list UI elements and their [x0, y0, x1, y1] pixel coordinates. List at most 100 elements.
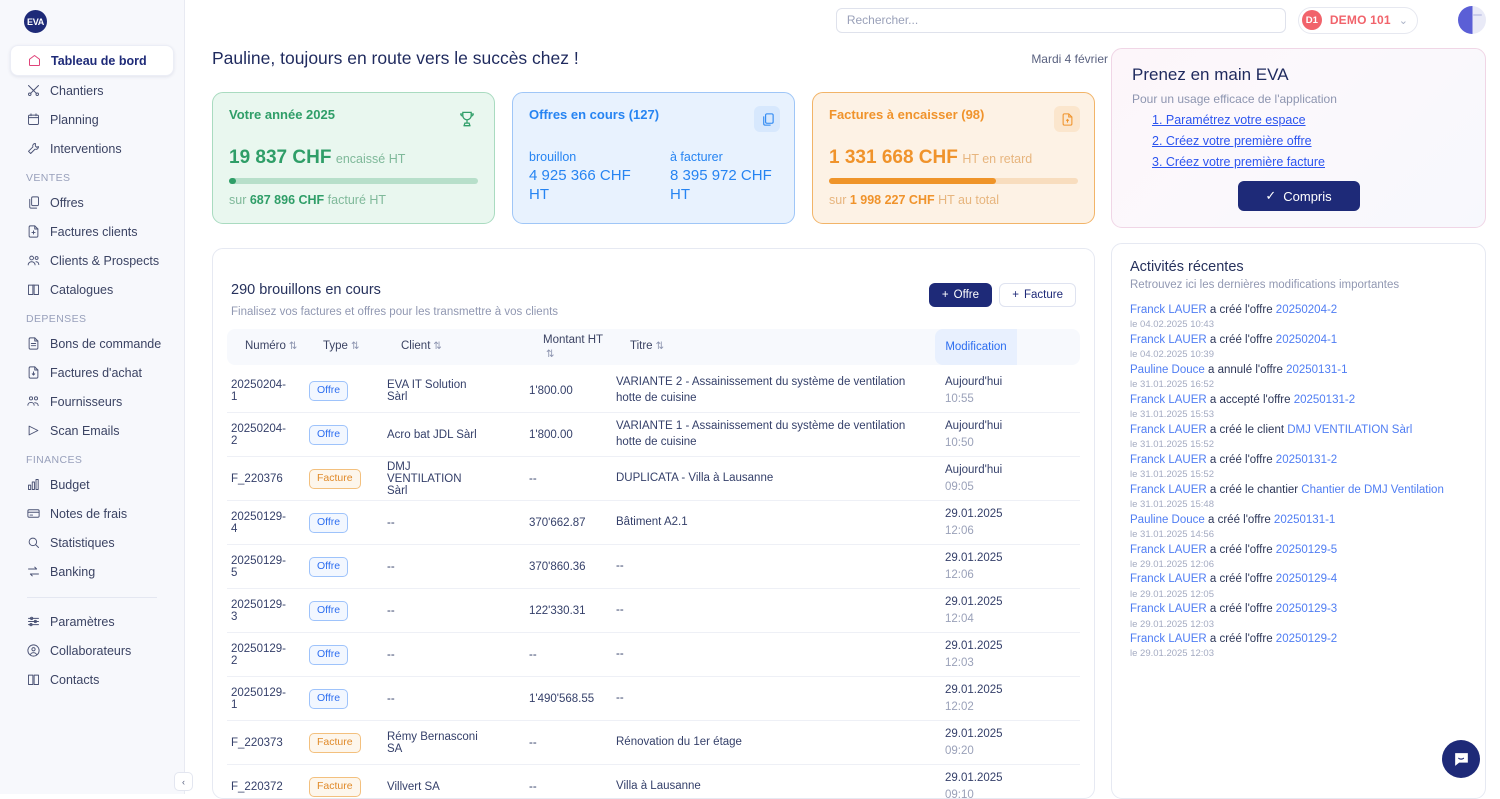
activity-object[interactable]: 20250131-1 [1274, 514, 1335, 526]
sidebar-item-notes-de-frais[interactable]: Notes de frais [10, 499, 174, 528]
add-facture-button[interactable]: + Facture [999, 283, 1076, 307]
column-header-numero[interactable]: Numéro⇅ [245, 340, 297, 352]
onboarding-link-2[interactable]: 2. Créez votre première offre [1152, 134, 1465, 148]
activity-object[interactable]: Chantier de DMJ Ventilation [1301, 484, 1444, 496]
activity-object[interactable]: 20250131-1 [1286, 364, 1347, 376]
kpi-invoices-amount-suffix: HT en retard [962, 152, 1032, 166]
table-row[interactable]: 20250129-4Offre--370'662.87Bâtiment A2.1… [227, 501, 1080, 545]
table-row[interactable]: 20250129-1Offre--1'490'568.55--29.01.202… [227, 677, 1080, 721]
kpi-year-title: Votre année 2025 [229, 107, 478, 122]
activity-object[interactable]: 20250129-2 [1276, 633, 1337, 645]
file-up-icon[interactable] [1054, 106, 1080, 132]
sidebar-item-catalogues[interactable]: Catalogues [10, 275, 174, 304]
activity-user[interactable]: Franck LAUER [1130, 603, 1207, 615]
sidebar-item-contacts[interactable]: Contacts [10, 665, 174, 694]
sidebar-item-planning[interactable]: Planning [10, 105, 174, 134]
activity-object[interactable]: 20250204-1 [1276, 334, 1337, 346]
cell-numero: F_220373 [231, 737, 291, 749]
activity-user[interactable]: Franck LAUER [1130, 424, 1207, 436]
avatar[interactable] [1458, 6, 1486, 34]
activity-object[interactable]: 20250129-3 [1276, 603, 1337, 615]
sidebar-item-statistiques[interactable]: Statistiques [10, 528, 174, 557]
table-row[interactable]: 20250204-1OffreEVA IT Solution Sàrl1'800… [227, 369, 1080, 413]
kpi-card-invoices[interactable]: Factures à encaisser (98) 1 331 668 CHF … [812, 92, 1095, 224]
sidebar-item-param-tres[interactable]: Paramètres [10, 607, 174, 636]
table-row[interactable]: 20250204-2OffreAcro bat JDL Sàrl1'800.00… [227, 413, 1080, 457]
dismiss-onboarding-button[interactable]: ✓ Compris [1238, 181, 1360, 211]
sidebar-item-label: Banking [50, 565, 95, 579]
app-logo[interactable]: EVA [0, 0, 184, 45]
sidebar-item-budget[interactable]: Budget [10, 470, 174, 499]
activity-object[interactable]: 20250129-5 [1276, 544, 1337, 556]
column-header-montant[interactable]: Montant HT⇅ [543, 333, 613, 362]
column-header-type[interactable]: Type⇅ [323, 340, 359, 352]
activity-user[interactable]: Pauline Douce [1130, 514, 1205, 526]
search-input[interactable] [836, 8, 1286, 33]
shield-icon[interactable] [1430, 10, 1446, 31]
activity-user[interactable]: Franck LAUER [1130, 573, 1207, 585]
kpi-card-offers[interactable]: Offres en cours (127) brouillon 4 925 36… [512, 92, 795, 224]
activity-object[interactable]: DMJ VENTILATION Sàrl [1287, 424, 1412, 436]
kpi-invoices-amount-row: 1 331 668 CHF HT en retard [829, 147, 1078, 169]
cell-titre: -- [616, 691, 916, 707]
activity-item: Franck LAUER a créé le chantier Chantier… [1130, 483, 1467, 512]
table-row[interactable]: 20250129-5Offre--370'860.36--29.01.20251… [227, 545, 1080, 589]
sidebar-item-chantiers[interactable]: Chantiers [10, 76, 174, 105]
activity-object[interactable]: 20250129-4 [1276, 573, 1337, 585]
activity-object[interactable]: 20250204-2 [1276, 304, 1337, 316]
sidebar-item-label: Offres [50, 196, 84, 210]
sidebar-item-tableau-de-bord[interactable]: Tableau de bord [10, 45, 174, 76]
sidebar-item-banking[interactable]: Banking [10, 557, 174, 586]
onboarding-link-3[interactable]: 3. Créez votre première facture [1152, 155, 1465, 169]
table-header-row: Numéro⇅ Type⇅ Client⇅ Montant HT⇅ Titre⇅… [227, 329, 1080, 365]
onboarding-link-1[interactable]: 1. Paramétrez votre espace [1152, 113, 1465, 127]
onboarding-card: Prenez en main EVA Pour un usage efficac… [1111, 48, 1486, 228]
sidebar-item-factures-d-achat[interactable]: Factures d'achat [10, 358, 174, 387]
status-badge: Offre [309, 425, 348, 444]
sidebar-item-interventions[interactable]: Interventions [10, 134, 174, 163]
table-row[interactable]: 20250129-3Offre--122'330.31--29.01.20251… [227, 589, 1080, 633]
progress-fill [829, 178, 996, 184]
kpi-invoices-progress-bar [829, 178, 1078, 184]
activity-user[interactable]: Franck LAUER [1130, 394, 1207, 406]
activity-user[interactable]: Franck LAUER [1130, 334, 1207, 346]
cell-numero: 20250129-5 [231, 555, 291, 579]
copy-icon[interactable] [754, 106, 780, 132]
sidebar-collapse-button[interactable]: ‹ [174, 772, 193, 791]
activity-user[interactable]: Franck LAUER [1130, 484, 1207, 496]
cell-montant: -- [529, 473, 621, 485]
activity-user[interactable]: Franck LAUER [1130, 304, 1207, 316]
cell-modification-day: Aujourd'hui [945, 374, 1035, 390]
kpi-invoices-sub-prefix: sur [829, 193, 850, 207]
cell-numero: 20250204-1 [231, 379, 291, 403]
sidebar-item-label: Scan Emails [50, 424, 119, 438]
activity-object[interactable]: 20250131-2 [1294, 394, 1355, 406]
org-switcher[interactable]: D1 DEMO 101 ⌄ [1298, 7, 1418, 34]
kpi-card-year[interactable]: Votre année 2025 19 837 CHF encaissé HT … [212, 92, 495, 224]
activity-user[interactable]: Franck LAUER [1130, 633, 1207, 645]
chat-bubble-icon[interactable] [1442, 740, 1480, 778]
activity-object[interactable]: 20250131-2 [1276, 454, 1337, 466]
table-row[interactable]: F_220376FactureDMJ VENTILATION Sàrl--DUP… [227, 457, 1080, 501]
column-header-titre[interactable]: Titre⇅ [630, 340, 664, 352]
sidebar-item-scan-emails[interactable]: Scan Emails [10, 416, 174, 445]
add-offre-button[interactable]: + Offre [929, 283, 992, 307]
cell-type: Offre [309, 512, 348, 532]
table-row[interactable]: F_220373FactureRémy Bernasconi SA--Rénov… [227, 721, 1080, 765]
sidebar-item-fournisseurs[interactable]: Fournisseurs [10, 387, 174, 416]
kpi-year-progress-bar [229, 178, 478, 184]
activity-user[interactable]: Franck LAUER [1130, 454, 1207, 466]
sidebar-item-collaborateurs[interactable]: Collaborateurs [10, 636, 174, 665]
column-header-client-label: Client [401, 340, 430, 352]
cell-client: Villvert SA [387, 781, 483, 793]
column-header-client[interactable]: Client⇅ [401, 340, 442, 352]
table-row[interactable]: 20250129-2Offre------29.01.202512:03 [227, 633, 1080, 677]
column-header-modification[interactable]: Modification [935, 329, 1017, 365]
sidebar-item-bons-de-commande[interactable]: Bons de commande [10, 329, 174, 358]
sidebar-item-offres[interactable]: Offres [10, 188, 174, 217]
sidebar-item-clients-prospects[interactable]: Clients & Prospects [10, 246, 174, 275]
activity-action: a créé le chantier [1207, 484, 1302, 496]
activity-user[interactable]: Franck LAUER [1130, 544, 1207, 556]
sidebar-item-factures-clients[interactable]: Factures clients [10, 217, 174, 246]
activity-user[interactable]: Pauline Douce [1130, 364, 1205, 376]
